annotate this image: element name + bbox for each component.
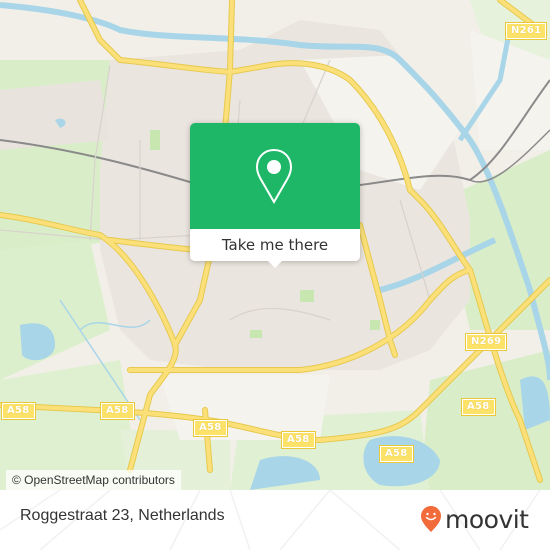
map-pin-icon <box>255 148 293 204</box>
map[interactable]: N261 N269 A58 A58 A58 A58 A58 A58 Take m… <box>0 0 550 490</box>
moovit-smile-pin-icon <box>421 506 441 532</box>
take-me-there-button[interactable]: Take me there <box>190 229 360 261</box>
popup-pointer <box>267 260 283 268</box>
footer: Roggestraat 23, Netherlands moovit <box>0 490 550 550</box>
location-popup: Take me there <box>190 123 360 268</box>
road-label-a58: A58 <box>193 419 228 437</box>
road-label-a58: A58 <box>281 431 316 449</box>
popup-header <box>190 123 360 229</box>
road-label-n269: N269 <box>464 333 508 351</box>
road-label-a58: A58 <box>461 398 496 416</box>
moovit-wordmark: moovit <box>445 504 529 534</box>
road-label-a58: A58 <box>1 402 36 420</box>
map-attribution[interactable]: © OpenStreetMap contributors <box>6 470 181 490</box>
moovit-logo[interactable]: moovit <box>420 502 529 536</box>
road-label-n261: N261 <box>504 22 548 40</box>
road-label-a58: A58 <box>100 402 135 420</box>
road-label-a58: A58 <box>379 445 414 463</box>
address-label: Roggestraat 23, Netherlands <box>20 507 225 524</box>
